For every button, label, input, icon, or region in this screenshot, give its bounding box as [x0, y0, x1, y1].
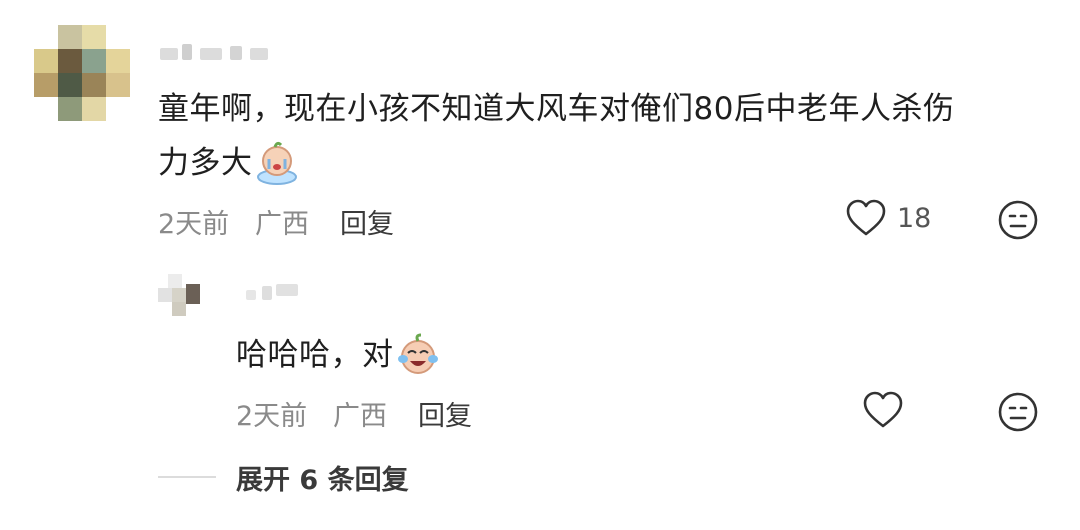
reply-time: 2天前 — [236, 401, 308, 432]
heart-icon — [845, 198, 887, 238]
comment-time: 2天前 — [158, 209, 230, 240]
comment-line-2: 力多大 — [158, 136, 1058, 190]
reply-text: 哈哈哈，对 — [236, 328, 440, 382]
like-count: 18 — [897, 202, 932, 234]
reply-button[interactable]: 回复 — [340, 202, 394, 241]
reply-username[interactable] — [246, 282, 306, 302]
reply-meh-face-icon[interactable] — [997, 391, 1039, 433]
expand-divider — [158, 476, 216, 478]
meh-face-icon[interactable] — [997, 199, 1039, 241]
comment-text: 童年啊，现在小孩不知道大风车对俺们80后中老年人杀伤 力多大 — [158, 82, 1058, 190]
reply-like-button[interactable] — [862, 390, 904, 430]
expand-replies-button[interactable]: 展开 6 条回复 — [236, 458, 409, 497]
comment-line-1: 童年啊，现在小孩不知道大风车对俺们80后中老年人杀伤 — [158, 91, 955, 127]
avatar[interactable] — [34, 25, 130, 121]
comment-location: 广西 — [255, 209, 309, 240]
username[interactable] — [160, 38, 280, 62]
reply-reply-button[interactable]: 回复 — [418, 394, 472, 433]
heart-icon — [862, 390, 904, 430]
reply-location: 广西 — [333, 401, 387, 432]
like-button[interactable]: 18 — [845, 198, 931, 238]
laughing-crying-emoji — [396, 333, 440, 377]
reply-avatar[interactable] — [158, 274, 208, 324]
crying-emoji — [255, 141, 299, 185]
